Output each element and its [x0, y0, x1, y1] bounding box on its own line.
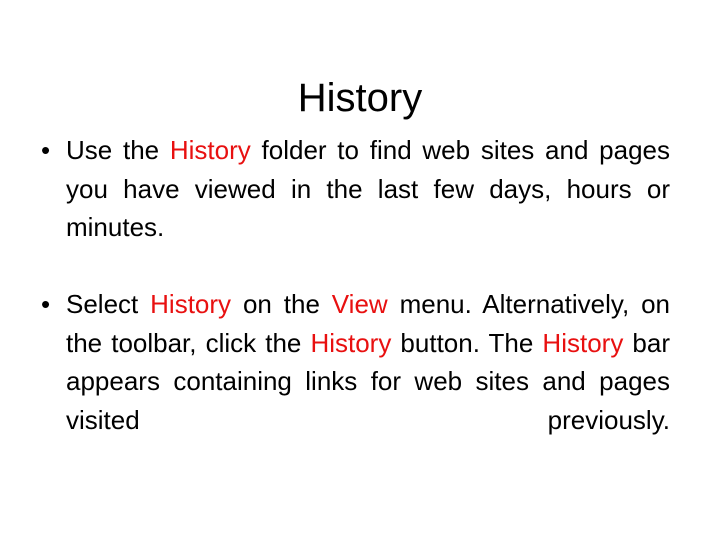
highlight-keyword: History: [169, 135, 251, 165]
text-segment: on the: [231, 289, 332, 319]
list-item-text: Select History on the View menu. Alterna…: [66, 285, 670, 478]
bullet-marker-icon: •: [41, 135, 51, 165]
bullet-list: • Use the History folder to find web sit…: [30, 131, 670, 478]
list-item: • Select History on the View menu. Alter…: [30, 285, 670, 478]
highlight-keyword: History: [310, 327, 392, 358]
list-item: • Use the History folder to find web sit…: [30, 131, 670, 285]
highlight-keyword: View: [331, 289, 388, 319]
list-item-text: Use the History folder to find web sites…: [66, 131, 670, 285]
bullet-marker-icon: •: [41, 289, 51, 319]
highlight-keyword: History: [542, 327, 624, 358]
highlight-keyword: History: [150, 289, 232, 319]
slide-canvas: History • Use the History folder to find…: [0, 0, 720, 540]
page-title: History: [297, 75, 423, 120]
text-segment: Select: [66, 289, 151, 319]
text-segment: button. The: [391, 327, 543, 358]
text-segment: Use the: [66, 135, 170, 165]
